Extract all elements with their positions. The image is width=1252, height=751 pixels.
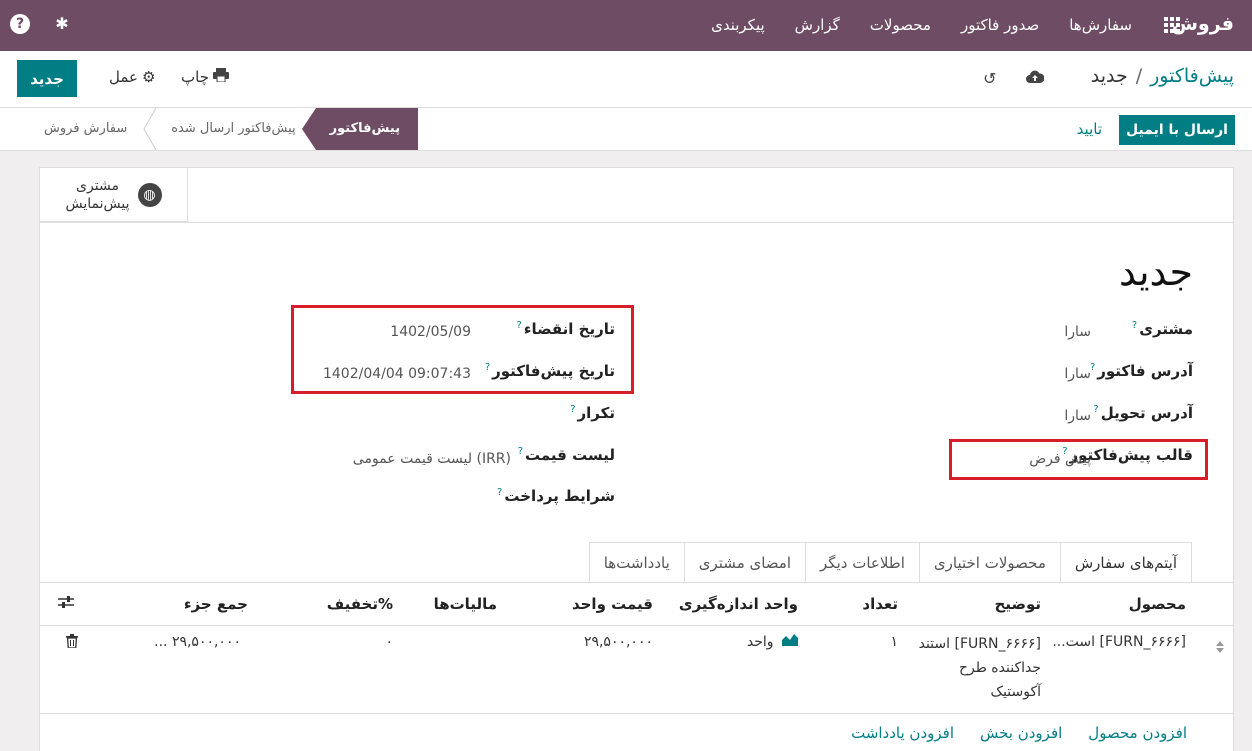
field-customer: مشتری? [1132,320,1193,338]
field-invoice-address: آدرس فاکتور? [1090,362,1193,380]
breadcrumb-separator: / [1135,65,1143,87]
col-quantity[interactable]: تعداد [862,595,898,613]
discard-icon[interactable]: ↺ [983,69,996,88]
highlight-box-dates [291,305,634,394]
field-label: تکرار [577,404,615,422]
tab-order-lines[interactable]: آیتم‌های سفارش [1059,542,1192,583]
field-label: آدرس تحویل [1100,404,1193,422]
invoice-address-value[interactable]: سارا [1064,366,1091,382]
print-label: چاپ [181,68,209,86]
add-line-links: افزودن محصول افزودن بخش افزودن یادداشت [851,724,1187,742]
tab-other-info[interactable]: اطلاعات دیگر [805,542,920,583]
confirm-button[interactable]: تایید [1077,120,1102,138]
cell-unit-price[interactable]: ۲۹,۵۰۰,۰۰۰ [584,634,653,650]
field-label: مشتری [1139,320,1193,338]
field-pricelist: لیست قیمت? [518,446,615,464]
col-product[interactable]: محصول [1129,595,1186,613]
status-bar: پیش‌فاکتور پیش‌فاکتور ارسال شده سفارش فر… [20,108,419,150]
print-menu-button[interactable]: چاپ [181,68,229,86]
menu-products[interactable]: محصولات [870,16,931,34]
row-handle-icon[interactable] [1215,640,1225,658]
forecast-chart-icon[interactable] [778,634,798,650]
menu-configuration[interactable]: پیکربندی [711,16,765,34]
printer-icon [212,68,229,86]
field-recurrence: تکرار? [570,404,615,422]
description-line: آکوستیک [990,684,1042,700]
notebook-tabs: آیتم‌های سفارش محصولات اختیاری اطلاعات د… [588,542,1192,583]
smart-button-line2: پیش‌نمایش [65,195,130,212]
send-by-email-button[interactable]: ارسال با ایمیل [1119,115,1235,145]
tab-optional-products[interactable]: محصولات اختیاری [918,542,1061,583]
top-navbar: فروش سفارش‌ها صدور فاکتور محصولات گزارش … [0,0,1252,51]
control-panel: جدید عمل ⚙ چاپ ↺ پیش‌فاکتور / جدید [0,51,1252,108]
add-note-link[interactable]: افزودن یادداشت [851,724,954,742]
field-label: آدرس فاکتور [1097,362,1193,380]
stage-quotation[interactable]: پیش‌فاکتور [301,108,419,150]
menu-reporting[interactable]: گزارش [795,16,840,34]
optional-columns-icon[interactable] [58,595,74,613]
col-taxes[interactable]: مالیات‌ها [434,595,497,613]
help-icon[interactable]: ? [10,14,30,34]
col-discount[interactable]: تخفیف% [327,595,393,613]
add-section-link[interactable]: افزودن بخش [980,724,1062,742]
delivery-address-value[interactable]: سارا [1064,408,1091,424]
stage-quotation-sent-label: پیش‌فاکتور ارسال شده [171,121,296,136]
help-tooltip-icon[interactable]: ? [518,446,523,457]
app-brand[interactable]: فروش [1172,13,1234,35]
record-title: جدید [1119,250,1193,294]
pricelist-value[interactable]: لیست قیمت عمومی (IRR) [353,451,511,467]
tab-customer-signature[interactable]: امضای مشتری [683,542,807,583]
help-tooltip-icon[interactable]: ? [1093,404,1098,415]
smart-button-line1: مشتری [76,177,119,194]
field-label: لیست قیمت [525,446,615,464]
cell-subtotal: ۲۹,۵۰۰,۰۰۰ ... [154,634,241,650]
form-sheet: ◍ مشتری پیش‌نمایش جدید مشتری? سارا آدرس … [39,167,1234,751]
col-unit-price[interactable]: قیمت واحد [572,595,653,613]
breadcrumb-parent[interactable]: پیش‌فاکتور [1150,65,1234,87]
help-tooltip-icon[interactable]: ? [1132,320,1137,331]
highlight-box-template [949,439,1208,480]
status-row: ارسال با ایمیل تایید پیش‌فاکتور پیش‌فاکت… [0,108,1252,151]
cell-product[interactable]: [FURN_۶۶۶۶] است... [1052,634,1186,650]
col-uom[interactable]: واحد اندازه‌گیری [679,595,798,613]
customer-preview-button[interactable]: ◍ مشتری پیش‌نمایش [40,168,188,222]
divider [40,222,1233,223]
menu-invoicing[interactable]: صدور فاکتور [961,16,1039,34]
tab-notes[interactable]: یادداشت‌ها [588,542,685,583]
add-product-link[interactable]: افزودن محصول [1088,724,1187,742]
help-tooltip-icon[interactable]: ? [570,404,575,415]
table-row[interactable]: [FURN_۶۶۶۶] است... [FURN_۶۶۶۶] استند جدا… [40,626,1233,714]
globe-icon: ◍ [137,182,162,207]
customer-value[interactable]: سارا [1064,324,1091,340]
stage-sales-order[interactable]: سفارش فروش [20,108,147,150]
save-cloud-icon[interactable] [1026,69,1045,88]
menu-orders[interactable]: سفارش‌ها [1069,16,1132,34]
trash-icon[interactable] [66,634,78,652]
bug-icon[interactable]: ✱ [52,14,72,34]
cell-discount[interactable]: ۰ [385,634,393,650]
main-menu: سفارش‌ها صدور فاکتور محصولات گزارش پیکرب… [711,16,1132,34]
description-line: [FURN_۶۶۶۶] استند [918,636,1041,652]
field-payment-terms: شرایط پرداخت? [497,487,615,505]
breadcrumb-current: جدید [1090,65,1128,87]
order-lines-header: محصول توضیح تعداد واحد اندازه‌گیری قیمت … [40,583,1233,626]
gear-icon: ⚙ [141,68,156,86]
field-delivery-address: آدرس تحویل? [1093,404,1193,422]
col-subtotal[interactable]: جمع جزء [184,595,248,613]
systray: ? ✱ [10,14,72,34]
cell-quantity[interactable]: ۱ [890,634,898,650]
scrollbar[interactable] [0,108,17,751]
description-line: جداکننده طرح [958,660,1041,676]
action-menu-button[interactable]: عمل ⚙ [109,68,155,86]
help-tooltip-icon[interactable]: ? [497,487,502,498]
new-button[interactable]: جدید [17,60,77,97]
stage-quotation-sent[interactable]: پیش‌فاکتور ارسال شده [143,108,315,150]
cell-uom[interactable]: واحد [747,634,798,650]
cell-description[interactable]: [FURN_۶۶۶۶] استند جداکننده طرح آکوستیک [919,632,1041,704]
breadcrumb: پیش‌فاکتور / جدید [1091,65,1234,87]
uom-value: واحد [746,634,774,650]
action-label: عمل [109,68,138,86]
col-description[interactable]: توضیح [995,595,1041,613]
field-label: شرایط پرداخت [504,487,615,505]
